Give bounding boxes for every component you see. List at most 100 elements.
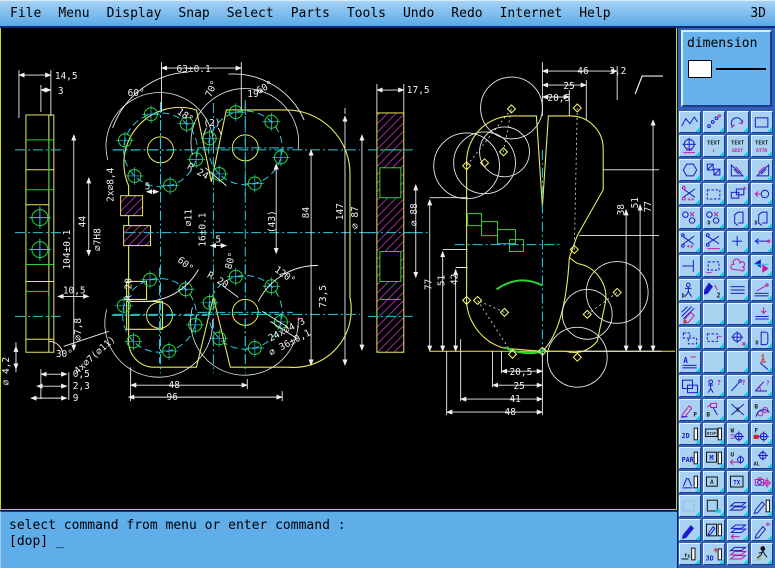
menu-item-file[interactable]: File [10,6,41,21]
tool-layer-flatten[interactable] [727,543,749,565]
tool-pen-document[interactable] [703,519,725,541]
tool-frame-faint[interactable] [679,495,701,517]
tool-frame-tall[interactable] [703,495,725,517]
tool-spare-2[interactable] [727,303,749,325]
drawing-canvas[interactable]: 14,53104±0.144⌀7H82x⌀8,410,5⌀7,830°4x⌀7(… [0,28,677,510]
tool-spare-3[interactable] [703,351,725,373]
tool-window-zoom[interactable] [679,375,701,397]
dim-label: 60° [255,79,275,97]
tool-mirror[interactable] [751,255,773,277]
menu-item-help[interactable]: Help [579,6,610,21]
tool-plot-pen[interactable]: P [679,399,701,421]
tool-erase-cross[interactable]: B [727,399,749,421]
tool-incline-lines[interactable] [751,279,773,301]
tool-freehand-cloud[interactable] [727,255,749,277]
tool-solid-profile[interactable]: D [751,327,773,349]
tool-cut-multiple[interactable]: ** [679,231,701,253]
tool-polygon[interactable] [679,159,701,181]
tool-align-all[interactable]: AL [751,447,773,469]
tool-spare-1[interactable] [703,303,725,325]
menu-item-menu[interactable]: Menu [58,6,89,21]
tool-circle-mark[interactable] [679,207,701,229]
tool-line-terminate[interactable] [679,255,701,277]
tool-hatch-pattern[interactable] [703,159,725,181]
tool-query-line[interactable]: ? [727,375,749,397]
tool-polyline[interactable] [679,111,701,133]
tool-pen-frame[interactable] [751,495,773,517]
tool-solid-view[interactable] [727,207,749,229]
tool-copy-shapes[interactable]: * [727,183,749,205]
color-swatch[interactable] [688,60,712,78]
tool-macro-box[interactable]: M [703,447,725,469]
tool-profile-a[interactable] [679,471,701,493]
tool-rotate[interactable] [727,111,749,133]
menu-item-snap[interactable]: Snap [178,6,209,21]
menu-item-tools[interactable]: Tools [347,6,386,21]
tool-rectangle[interactable] [751,111,773,133]
tool-target-move[interactable] [727,327,749,349]
tool-circle-mark-d[interactable]: D [703,207,725,229]
linetype-sample[interactable] [716,68,766,70]
tool-snap-direction[interactable] [751,231,773,253]
tool-dimension-target[interactable] [679,135,701,157]
menu-item-parts[interactable]: Parts [291,6,330,21]
tool-solid-view-d[interactable]: D [751,207,773,229]
tool-move-shape[interactable] [751,183,773,205]
tool-pen-draw[interactable] [679,519,701,541]
tool-ghost-region-a[interactable] [679,327,701,349]
menu-item-select[interactable]: Select [227,6,274,21]
tool-select-region[interactable] [703,183,725,205]
tool-snap-cross[interactable] [727,231,749,253]
tool-parallel-lines[interactable] [727,279,749,301]
tool-build-tool[interactable]: B [703,399,725,421]
technical-drawing[interactable]: 14,53104±0.144⌀7H82x⌀8,410,5⌀7,830°4x⌀7(… [1,28,676,509]
tool-query-angle[interactable]: ? [751,375,773,397]
tool-measure-rings[interactable]: B [751,399,773,421]
tool-layer-arrange[interactable] [727,519,749,541]
tool-text-attribute[interactable]: TEXTATTR [751,135,773,157]
tool-offset-region[interactable] [703,255,725,277]
tool-mode-3d[interactable]: 3D+ [703,543,725,565]
tool-spare-4[interactable] [727,351,749,373]
command-input-line[interactable]: [dop] _ [9,534,669,550]
tool-display-settings[interactable]: DISP [703,423,725,445]
tool-query-figure[interactable]: ? [703,375,725,397]
tool-cut-single[interactable] [703,231,725,253]
command-area[interactable]: select command from menu or enter comman… [0,511,677,568]
tool-leader-number[interactable]: 1 [751,351,773,373]
tool-camera-view[interactable] [751,471,773,493]
tool-hatch-corner-left[interactable] [727,159,749,181]
tool-point-series[interactable] [703,111,725,133]
tool-ghost-region-b[interactable] [703,327,725,349]
tool-layer-stack[interactable] [727,495,749,517]
tool-pen-special[interactable]: * [751,519,773,541]
tool-grid: TEXT↕TEXTEDITTEXTATTR***DD**D2DA1???PBBB… [678,110,774,566]
tool-undo-move[interactable]: U [727,447,749,469]
tool-hatch-draw[interactable] [679,303,701,325]
menu-item-undo[interactable]: Undo [403,6,434,21]
menu-item-3d[interactable]: 3D [750,6,766,21]
svg-text:*: * [743,186,747,194]
tool-hatch-corner-right[interactable] [751,159,773,181]
tool-figure-dimension[interactable]: D [679,279,701,301]
tool-text-edit[interactable]: TEXTEDIT [727,135,749,157]
menu-item-display[interactable]: Display [107,6,162,21]
tool-project-lines[interactable] [751,303,773,325]
tool-operator-figure[interactable] [751,543,773,565]
tool-window-target[interactable]: W [727,423,749,445]
erase-cross-icon: B [728,400,748,420]
tool-mode-2d[interactable]: 2D [679,423,701,445]
tool-pen-number[interactable]: 2 [703,279,725,301]
tool-function-fc[interactable]: _fc [679,543,701,565]
menu-item-redo[interactable]: Redo [451,6,482,21]
tool-text-box[interactable]: TX [727,471,749,493]
tool-trim-lines[interactable]: ** [679,183,701,205]
menu-item-internet[interactable]: Internet [500,6,563,21]
text-box-icon: TX [728,472,748,492]
tool-table-text[interactable]: A [679,351,701,373]
tool-text-insert[interactable]: TEXT↕ [703,135,725,157]
tool-fit-target[interactable]: F [751,423,773,445]
tool-label-a[interactable]: A [703,471,725,493]
dim-label: 147 [335,203,346,220]
tool-parts-panel[interactable]: PAR [679,447,701,469]
